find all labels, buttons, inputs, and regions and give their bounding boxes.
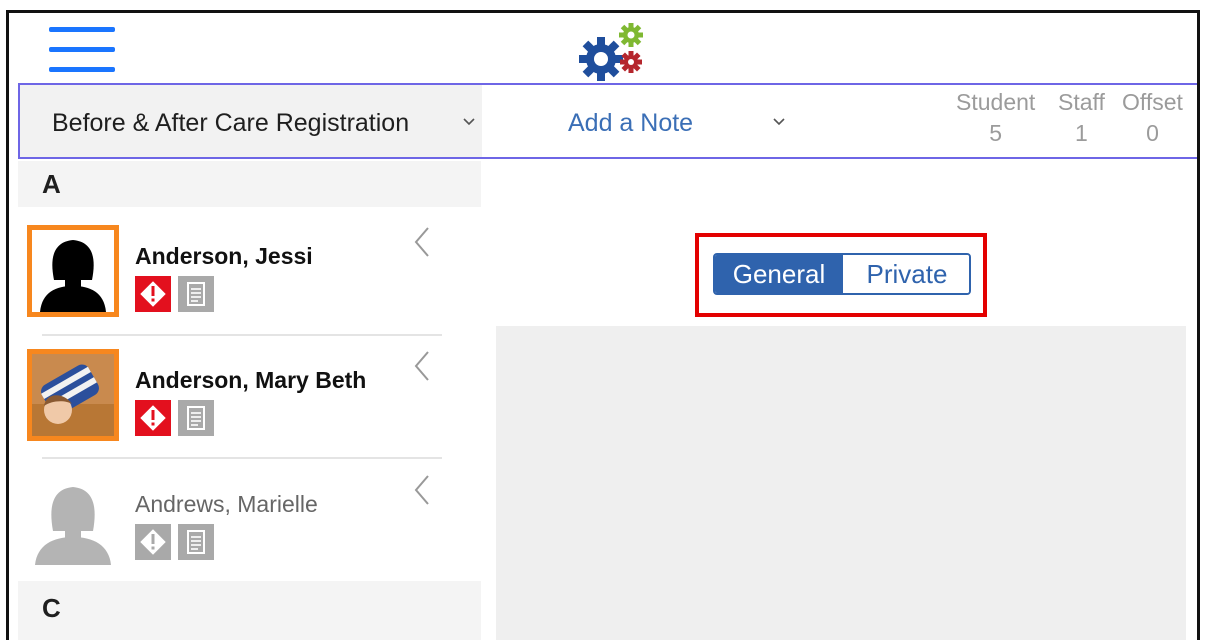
stat-label: Staff (1058, 89, 1105, 115)
document-icon[interactable] (178, 400, 214, 436)
hamburger-menu-icon[interactable] (49, 27, 115, 77)
stat-student: Student 5 (956, 89, 1035, 147)
person-silhouette-icon (32, 230, 114, 312)
toolbar: Before & After Care Registration Add a N… (18, 83, 1197, 159)
stat-label: Student (956, 89, 1036, 115)
registration-label: Before & After Care Registration (52, 109, 410, 137)
stat-label: Offset (1122, 89, 1183, 115)
student-name: Anderson, Mary Beth (135, 367, 367, 393)
section-letter: C (42, 593, 61, 623)
list-item[interactable]: Anderson, Mary Beth (18, 335, 481, 457)
section-letter: A (42, 169, 61, 199)
section-header: C (18, 581, 481, 640)
document-icon[interactable] (178, 276, 214, 312)
note-panel: General Private (481, 161, 1197, 640)
add-note-label[interactable]: Add a Note (568, 109, 693, 138)
chevron-left-icon[interactable] (412, 349, 432, 383)
stat-offset: Offset 0 (1122, 89, 1183, 147)
section-header: A (18, 161, 481, 207)
student-photo-icon (32, 354, 114, 436)
registration-selector[interactable]: Before & After Care Registration (20, 85, 482, 157)
stat-value: 0 (1146, 120, 1159, 146)
student-name: Andrews, Marielle (135, 491, 318, 517)
alert-icon[interactable] (135, 400, 171, 436)
document-icon[interactable] (178, 524, 214, 560)
stat-staff: Staff 1 (1058, 89, 1105, 147)
avatar (27, 225, 119, 317)
list-item[interactable]: Anderson, Jessi (18, 211, 481, 333)
chevron-left-icon[interactable] (412, 473, 432, 507)
segment-private[interactable]: Private (845, 255, 969, 293)
note-text-area[interactable] (496, 326, 1186, 640)
alert-icon[interactable] (135, 524, 171, 560)
avatar (27, 349, 119, 441)
avatar (27, 473, 119, 565)
alert-icon[interactable] (135, 276, 171, 312)
stat-value: 1 (1075, 120, 1088, 146)
app-window: Before & After Care Registration Add a N… (6, 10, 1200, 640)
student-list: A Anderson, Jessi Anderson, Mary Beth An… (18, 161, 481, 640)
stat-value: 5 (989, 120, 1003, 146)
chevron-down-icon (463, 118, 475, 126)
list-item[interactable]: Andrews, Marielle (18, 459, 481, 581)
chevron-left-icon[interactable] (412, 225, 432, 259)
student-name: Anderson, Jessi (135, 243, 313, 269)
note-type-segmented-control: General Private (713, 253, 971, 295)
person-silhouette-icon (35, 487, 111, 565)
segment-general[interactable]: General (715, 255, 843, 293)
chevron-down-icon[interactable] (772, 115, 786, 129)
gears-logo-icon (579, 23, 643, 81)
